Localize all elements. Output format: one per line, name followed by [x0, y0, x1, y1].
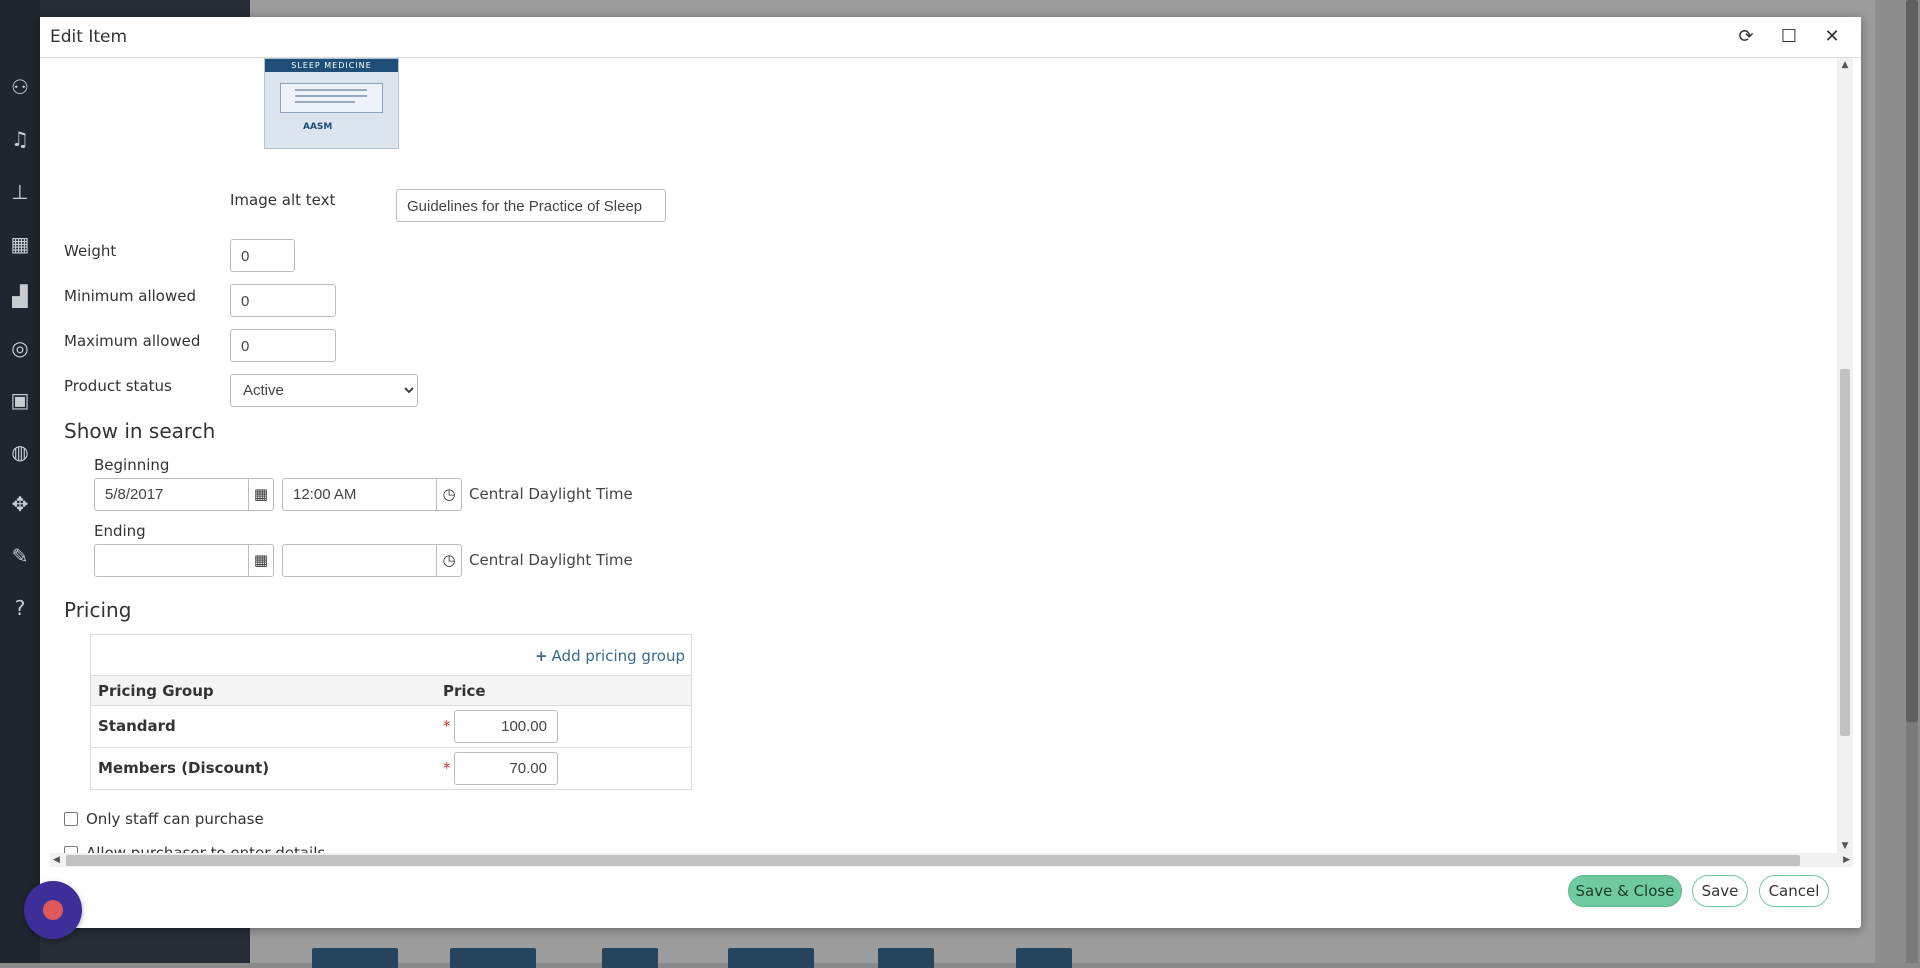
calendar-icon[interactable]: ▦ — [8, 232, 32, 256]
image-alt-label: Image alt text — [230, 191, 336, 209]
pricing-group-header: Pricing Group — [98, 682, 214, 700]
background-book-thumb — [1016, 948, 1072, 968]
minimum-allowed-input[interactable]: 0 — [230, 284, 336, 317]
scroll-left-icon[interactable]: ◀ — [53, 853, 60, 867]
beginning-date-value: 5/8/2017 — [105, 486, 164, 503]
close-icon[interactable]: ✕ — [1819, 25, 1845, 49]
table-row: Members (Discount) * 70.00 — [91, 747, 691, 789]
cover-line — [295, 89, 367, 91]
scroll-up-icon[interactable]: ▲ — [1837, 60, 1853, 70]
staff-only-option[interactable]: Only staff can purchase — [64, 810, 264, 828]
save-button[interactable]: Save — [1692, 875, 1748, 907]
calendar-icon[interactable]: ▦ — [248, 479, 273, 510]
cover-text-box — [280, 83, 383, 113]
show-in-search-title: Show in search — [64, 419, 216, 443]
weight-input[interactable]: 0 — [230, 239, 295, 272]
price-input[interactable]: 100.00 — [454, 710, 558, 743]
plus-icon: + — [534, 647, 548, 665]
cancel-button[interactable]: Cancel — [1759, 875, 1829, 907]
price-input[interactable]: 70.00 — [454, 752, 558, 785]
beginning-date-picker[interactable]: 5/8/2017 ▦ — [94, 478, 274, 511]
image-alt-input[interactable]: Guidelines for the Practice of Sleep — [396, 189, 666, 222]
edit-item-dialog: Edit Item ⟳ ☐ ✕ SLEEP MEDICINE AASM Imag… — [40, 17, 1861, 928]
chat-icon — [43, 900, 63, 920]
cover-line — [295, 101, 355, 103]
maximize-icon[interactable]: ☐ — [1776, 25, 1802, 49]
cover-band-text: SLEEP MEDICINE — [265, 59, 398, 72]
beginning-timezone: Central Daylight Time — [469, 485, 633, 503]
background-book-thumb — [450, 948, 536, 968]
dialog-vertical-scrollbar[interactable]: ▲ ▼ — [1837, 58, 1853, 853]
staff-only-label: Only staff can purchase — [86, 810, 264, 828]
beginning-time-value: 12:00 AM — [293, 486, 357, 503]
price-header: Price — [443, 682, 486, 700]
allow-details-label: Allow purchaser to enter details — [86, 844, 326, 853]
background-book-thumb — [728, 948, 814, 968]
refresh-icon[interactable]: ⟳ — [1733, 25, 1759, 49]
horizontal-scroll-thumb[interactable] — [66, 855, 1800, 866]
background-book-thumb — [312, 948, 398, 968]
add-pricing-group-label: Add pricing group — [551, 647, 685, 665]
pricing-header-row: Pricing Group Price — [91, 675, 691, 706]
beginning-time-picker[interactable]: 12:00 AM ◷ — [282, 478, 462, 511]
calendar-icon[interactable]: ▦ — [248, 545, 273, 576]
required-marker: * — [443, 759, 451, 777]
app-left-rail: ⚇ ♫ ⊥ ▦ ▟ ◎ ▣ ◍ ✥ ✎ ? — [0, 0, 40, 963]
page-scrollbar-thumb[interactable] — [1906, 0, 1918, 722]
briefcase-icon[interactable]: ▣ — [8, 388, 32, 412]
background-book-thumb — [602, 948, 658, 968]
maximum-allowed-input[interactable]: 0 — [230, 329, 336, 362]
page-scrollbar[interactable] — [1906, 0, 1918, 963]
required-marker: * — [443, 717, 451, 735]
background-book-thumb — [878, 948, 934, 968]
dialog-title: Edit Item — [50, 27, 128, 47]
pricing-group-name: Standard — [98, 717, 176, 735]
ending-date-picker[interactable]: ▦ — [94, 544, 274, 577]
dialog-horizontal-scrollbar[interactable]: ◀ ▶ — [50, 853, 1853, 867]
puzzle-icon[interactable]: ✥ — [8, 492, 32, 516]
allow-details-option[interactable]: Allow purchaser to enter details — [64, 844, 325, 853]
ending-time-picker[interactable]: ◷ — [282, 544, 462, 577]
ending-label: Ending — [94, 522, 146, 540]
target-icon[interactable]: ◎ — [8, 336, 32, 360]
allow-details-checkbox[interactable] — [64, 846, 78, 853]
clock-icon[interactable]: ◷ — [436, 545, 461, 576]
ending-timezone: Central Daylight Time — [469, 551, 633, 569]
chart-icon[interactable]: ▟ — [8, 284, 32, 308]
scroll-right-icon[interactable]: ▶ — [1843, 853, 1850, 867]
cover-logo: AASM — [303, 122, 333, 132]
table-row: Standard * 100.00 — [91, 705, 691, 748]
dialog-header: Edit Item ⟳ ☐ ✕ — [40, 17, 1861, 58]
scroll-down-icon[interactable]: ▼ — [1837, 841, 1853, 851]
add-pricing-group-button[interactable]: + Add pricing group — [535, 647, 685, 665]
pricing-group-name: Members (Discount) — [98, 759, 270, 777]
product-image: SLEEP MEDICINE AASM — [264, 58, 399, 149]
pricing-toolbar: + Add pricing group — [91, 635, 691, 675]
chat-launcher-button[interactable] — [24, 881, 82, 939]
dialog-body[interactable]: SLEEP MEDICINE AASM Image alt text Guide… — [40, 58, 1837, 853]
bell-icon[interactable]: ♫ — [8, 127, 32, 151]
weight-label: Weight — [64, 242, 117, 260]
maximum-allowed-label: Maximum allowed — [64, 332, 201, 350]
help-icon[interactable]: ? — [8, 596, 32, 620]
product-status-label: Product status — [64, 377, 172, 395]
pricing-title: Pricing — [64, 598, 132, 622]
minimum-allowed-label: Minimum allowed — [64, 287, 197, 305]
beginning-label: Beginning — [94, 456, 170, 474]
product-status-select[interactable]: Active — [230, 374, 418, 407]
staff-only-checkbox[interactable] — [64, 812, 78, 826]
people-icon[interactable]: ⚇ — [8, 75, 32, 99]
cover-line — [295, 95, 367, 97]
clock-icon[interactable]: ◷ — [436, 479, 461, 510]
globe-icon[interactable]: ◍ — [8, 440, 32, 464]
vertical-scroll-thumb[interactable] — [1840, 369, 1850, 736]
wrench-icon[interactable]: ✎ — [8, 544, 32, 568]
thermometer-icon[interactable]: ⊥ — [8, 180, 32, 204]
pricing-table: + Add pricing group Pricing Group Price S… — [90, 634, 692, 790]
save-close-button[interactable]: Save & Close — [1568, 875, 1682, 907]
